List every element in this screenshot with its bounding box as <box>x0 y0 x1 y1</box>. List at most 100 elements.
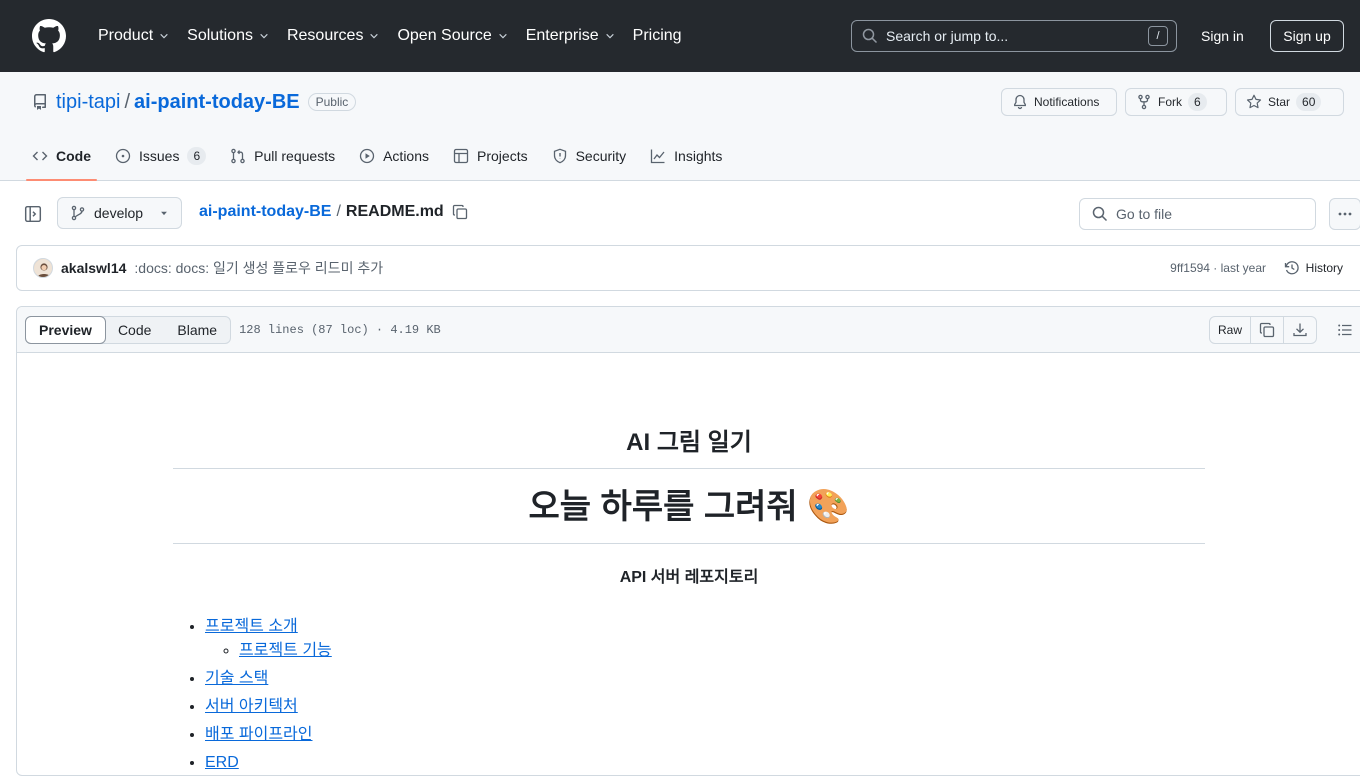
file-header: Preview Code Blame 128 lines (87 loc) · … <box>17 307 1360 353</box>
fork-button[interactable]: Fork 6 <box>1125 88 1227 116</box>
nav-open-source-label: Open Source <box>397 27 492 44</box>
tab-actions[interactable]: Actions <box>351 132 437 180</box>
nav-pricing[interactable]: Pricing <box>625 20 690 52</box>
branch-name: develop <box>94 205 144 221</box>
commit-message[interactable]: :docs: docs: 일기 생성 플로우 리드미 추가 <box>134 258 383 278</box>
repo-owner-link[interactable]: tipi-tapi <box>56 91 120 114</box>
file-actions: Raw <box>1208 316 1317 344</box>
commit-meta[interactable]: 9ff1594 · last year <box>1170 261 1266 275</box>
copy-raw-button[interactable] <box>1251 317 1284 343</box>
avatar[interactable] <box>33 258 53 278</box>
copy-icon[interactable] <box>452 204 468 220</box>
code-icon <box>32 151 48 161</box>
readme-heading-small: AI 그림 일기 <box>173 431 1205 469</box>
shield-icon <box>553 148 566 164</box>
tab-security[interactable]: Security <box>544 132 635 180</box>
view-mode-toggle: Preview Code Blame <box>25 315 232 344</box>
tab-security-label: Security <box>575 148 627 164</box>
history-icon <box>1284 261 1299 275</box>
readme-subtitle: API 서버 레포지토리 <box>619 569 759 586</box>
toc-link-erd[interactable]: ERD <box>205 754 239 771</box>
tab-code-label: Code <box>56 148 91 164</box>
nav-resources-label: Resources <box>286 27 364 44</box>
code-tab[interactable]: Code <box>105 317 164 343</box>
star-button[interactable]: Star 60 <box>1235 88 1344 116</box>
issues-count: 6 <box>187 147 207 165</box>
list-unordered-icon[interactable] <box>1337 322 1353 338</box>
git-branch-icon <box>71 205 85 221</box>
toc-link-project-intro[interactable]: 프로젝트 소개 <box>205 618 298 635</box>
list-item: 배포 파이프라인 <box>205 723 1205 747</box>
git-pull-request-icon <box>231 148 245 164</box>
search-icon <box>862 28 878 44</box>
preview-tab[interactable]: Preview <box>25 315 106 344</box>
repo-nav: Code Issues 6 Pull requests Actions Proj… <box>24 132 738 181</box>
list-item: 서버 아키텍처 <box>205 695 1205 719</box>
github-logo-icon[interactable] <box>32 19 66 53</box>
repo-name-link[interactable]: ai-paint-today-BE <box>134 91 300 114</box>
chevron-down-icon <box>498 33 507 39</box>
file-path-row: develop ai-paint-today-BE / README.md Go… <box>0 181 1360 245</box>
nav-enterprise-label: Enterprise <box>525 27 599 44</box>
go-to-file-placeholder: Go to file <box>1116 206 1173 222</box>
download-icon <box>1293 323 1307 337</box>
nav-pricing-label: Pricing <box>632 27 682 44</box>
fork-label: Fork <box>1158 95 1182 109</box>
nav-open-source[interactable]: Open Source <box>389 20 515 52</box>
chevron-down-icon <box>160 33 168 39</box>
search-input[interactable]: Search or jump to... / <box>851 20 1177 52</box>
tab-projects-label: Projects <box>477 148 528 164</box>
raw-button[interactable]: Raw <box>1210 317 1251 343</box>
branch-selector[interactable]: develop <box>57 197 182 229</box>
list-item: 프로젝트 기능 <box>239 639 1205 663</box>
sign-up-button[interactable]: Sign up <box>1270 20 1344 52</box>
commit-author[interactable]: akalswl14 <box>61 260 126 276</box>
notifications-button[interactable]: Notifications <box>1001 88 1117 116</box>
search-shortcut-key: / <box>1148 26 1168 46</box>
repo-title: tipi-tapi / ai-paint-today-BE Public <box>32 90 357 114</box>
nav-solutions[interactable]: Solutions <box>179 20 277 52</box>
bell-icon <box>1014 94 1026 110</box>
more-options-button[interactable] <box>1329 198 1360 230</box>
copy-icon <box>1259 322 1275 338</box>
repo-actions: Notifications Fork 6 Star 60 <box>1001 88 1344 116</box>
tab-issues[interactable]: Issues 6 <box>107 132 214 180</box>
nav-product[interactable]: Product <box>90 20 177 52</box>
blame-tab[interactable]: Blame <box>164 317 230 343</box>
download-button[interactable] <box>1284 317 1316 343</box>
tab-insights[interactable]: Insights <box>642 132 730 180</box>
graph-icon <box>651 149 665 164</box>
search-icon <box>1092 206 1108 222</box>
search-placeholder: Search or jump to... <box>886 28 1009 44</box>
fork-count: 6 <box>1188 93 1207 111</box>
toc-link-project-features[interactable]: 프로젝트 기능 <box>239 642 332 659</box>
play-icon <box>359 148 375 164</box>
nav-enterprise[interactable]: Enterprise <box>518 20 623 52</box>
go-to-file-input[interactable]: Go to file <box>1079 198 1316 230</box>
readme-content: AI 그림 일기 오늘 하루를 그려줘 🎨 API 서버 레포지토리 프로젝트 … <box>173 397 1205 779</box>
visibility-badge: Public <box>307 93 357 111</box>
breadcrumb: ai-paint-today-BE / README.md <box>199 203 468 221</box>
toc-link-deploy-pipeline[interactable]: 배포 파이프라인 <box>205 726 313 743</box>
chevron-down-icon <box>370 33 379 39</box>
list-item: 프로젝트 소개 프로젝트 기능 <box>205 615 1205 663</box>
tab-projects[interactable]: Projects <box>445 132 536 180</box>
table-icon <box>453 148 469 164</box>
file-viewer: Preview Code Blame 128 lines (87 loc) · … <box>16 306 1360 776</box>
tab-pull-requests[interactable]: Pull requests <box>222 132 343 180</box>
history-button[interactable]: History <box>1284 260 1343 276</box>
repo-icon <box>34 94 46 110</box>
breadcrumb-separator: / <box>336 203 341 220</box>
breadcrumb-repo-link[interactable]: ai-paint-today-BE <box>199 203 331 221</box>
sign-in-link[interactable]: Sign in <box>1189 20 1256 52</box>
toc-link-tech-stack[interactable]: 기술 스택 <box>205 670 268 687</box>
star-label: Star <box>1268 95 1291 109</box>
file-info: 128 lines (87 loc) · 4.19 KB <box>239 322 441 337</box>
global-nav: Product Solutions Resources Open Source … <box>90 20 692 52</box>
tab-code[interactable]: Code <box>24 132 99 181</box>
sidebar-expand-icon[interactable] <box>24 205 42 223</box>
tab-pull-requests-label: Pull requests <box>254 148 336 164</box>
triangle-down-icon <box>161 211 167 216</box>
toc-link-architecture[interactable]: 서버 아키텍처 <box>205 698 298 715</box>
nav-resources[interactable]: Resources <box>279 20 387 52</box>
